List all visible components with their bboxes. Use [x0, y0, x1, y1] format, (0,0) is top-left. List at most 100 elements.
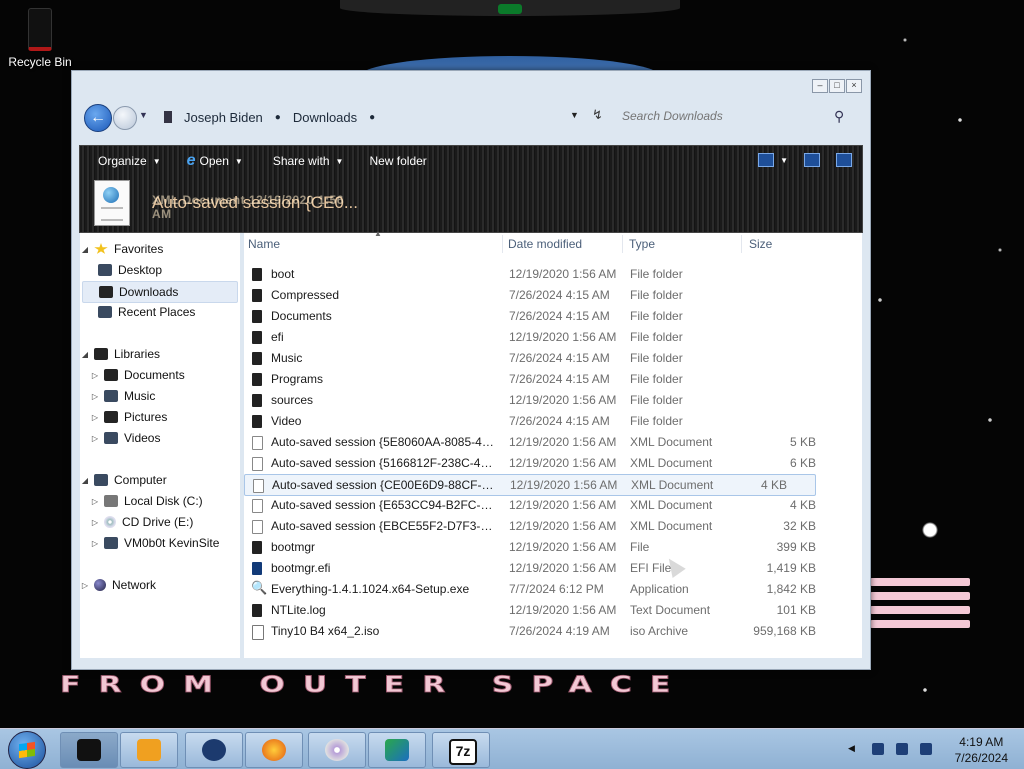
- details-pane: Auto-saved session {CE0... XML Document …: [94, 180, 358, 226]
- nav-downloads[interactable]: Downloads: [82, 281, 238, 303]
- new-folder-button[interactable]: New folder: [369, 154, 426, 168]
- computer-icon: [94, 474, 108, 486]
- internet-explorer-icon: e: [186, 152, 196, 169]
- taskbar-media-player[interactable]: [120, 732, 178, 768]
- firefox-icon: [262, 739, 286, 761]
- file-type: Text Document: [630, 603, 711, 617]
- nav-computer[interactable]: ◢ Computer: [80, 470, 167, 490]
- breadcrumb-user[interactable]: Joseph Biden: [184, 110, 263, 125]
- breadcrumb-separator[interactable]: ●: [275, 112, 281, 123]
- taskbar-firefox[interactable]: [245, 732, 303, 768]
- file-row[interactable]: Music 7/26/2024 4:15 AM File folder: [244, 348, 844, 368]
- refresh-icon[interactable]: ↯: [592, 107, 603, 123]
- open-button[interactable]: e Open ▼: [187, 152, 243, 170]
- file-size: 1,419 KB: [766, 561, 816, 575]
- file-row[interactable]: bootmgr.efi 12/19/2020 1:56 AM EFI File 1,4…: [244, 558, 844, 578]
- file-name: NTLite.log: [271, 603, 326, 617]
- nav-music[interactable]: ▷ Music: [90, 386, 155, 406]
- file-row[interactable]: Auto-saved session {5E8060AA-8085-4D3...…: [244, 432, 844, 452]
- start-button[interactable]: [8, 731, 46, 769]
- nav-network-share[interactable]: ▷ VM0b0t KevinSite: [90, 533, 219, 553]
- help-icon[interactable]: [836, 153, 852, 167]
- nav-recent-places[interactable]: Recent Places: [94, 302, 195, 322]
- organize-menu[interactable]: Organize ▼: [98, 154, 161, 168]
- file-row[interactable]: efi 12/19/2020 1:56 AM File folder: [244, 327, 844, 347]
- breadcrumb-separator[interactable]: ●: [369, 112, 375, 123]
- file-row[interactable]: boot 12/19/2020 1:56 AM File folder: [244, 264, 844, 284]
- column-name[interactable]: Name: [248, 237, 280, 251]
- file-row[interactable]: Video 7/26/2024 4:15 AM File folder: [244, 411, 844, 431]
- file-row[interactable]: Auto-saved session {5166812F-238C-4399..…: [244, 453, 844, 473]
- minimize-button[interactable]: –: [812, 79, 828, 93]
- nav-videos[interactable]: ▷ Videos: [90, 428, 161, 448]
- nav-desktop[interactable]: Desktop: [94, 260, 162, 280]
- nav-libraries[interactable]: ◢ Libraries: [80, 344, 160, 364]
- taskbar-7zip[interactable]: 7z: [432, 732, 490, 768]
- details-title: Auto-saved session {CE0... XML Document …: [152, 193, 358, 221]
- volume-tray-icon[interactable]: [920, 743, 932, 755]
- forward-button[interactable]: [113, 106, 137, 130]
- breadcrumb-downloads[interactable]: Downloads: [293, 110, 357, 125]
- file-row[interactable]: Auto-saved session {EBCE55F2-D7F3-414...…: [244, 516, 844, 536]
- file-name: Tiny10 B4 x64_2.iso: [271, 624, 380, 638]
- file-row[interactable]: 🔍 Everything-1.4.1.1024.x64-Setup.exe 7/7/…: [244, 579, 844, 599]
- nav-label: Favorites: [114, 242, 164, 256]
- download-manager-icon: [385, 739, 409, 761]
- file-row[interactable]: Compressed 7/26/2024 4:15 AM File folder: [244, 285, 844, 305]
- history-dropdown[interactable]: ▼: [139, 110, 148, 120]
- file-row[interactable]: Tiny10 B4 x64_2.iso 7/26/2024 4:19 AM iso …: [244, 621, 844, 641]
- close-button[interactable]: ×: [846, 79, 862, 93]
- file-date-modified: 7/7/2024 6:12 PM: [509, 582, 604, 596]
- file-date-modified: 12/19/2020 1:56 AM: [509, 603, 617, 617]
- file-row[interactable]: Documents 7/26/2024 4:15 AM File folder: [244, 306, 844, 326]
- back-button[interactable]: ←: [84, 104, 112, 132]
- tray-arrow-icon[interactable]: ◀: [848, 743, 860, 755]
- column-size[interactable]: Size: [749, 237, 772, 251]
- address-bar[interactable]: Joseph Biden ● Downloads ●: [158, 105, 578, 129]
- nav-favorites[interactable]: ◢ Favorites: [80, 239, 163, 259]
- network-tray-icon[interactable]: [896, 743, 908, 755]
- file-row[interactable]: NTLite.log 12/19/2020 1:56 AM Text Documen…: [244, 600, 844, 620]
- taskbar-browser[interactable]: [185, 732, 243, 768]
- organize-label: Organize: [98, 154, 147, 168]
- file-type: File folder: [630, 351, 683, 365]
- file-row[interactable]: bootmgr 12/19/2020 1:56 AM File 399 KB: [244, 537, 844, 557]
- file-type: File: [630, 540, 650, 554]
- view-dropdown[interactable]: ▼: [780, 156, 788, 165]
- taskbar-disc-burner[interactable]: [308, 732, 366, 768]
- file-row[interactable]: Auto-saved session {E653CC94-B2FC-4D... 1…: [244, 495, 844, 515]
- recycle-bin-shortcut[interactable]: Recycle Bin: [8, 8, 72, 69]
- nav-documents[interactable]: ▷ Documents: [90, 365, 185, 385]
- column-type[interactable]: Type: [629, 237, 655, 251]
- file-row[interactable]: Programs 7/26/2024 4:15 AM File folder: [244, 369, 844, 389]
- taskbar-explorer[interactable]: [60, 732, 118, 768]
- nav-local-disk[interactable]: ▷ Local Disk (C:): [90, 491, 203, 511]
- preview-pane-icon[interactable]: [804, 153, 820, 167]
- file-row[interactable]: Auto-saved session {CE00E6D9-88CF-482...…: [244, 474, 816, 496]
- nav-network[interactable]: ▷ Network: [80, 575, 156, 595]
- search-input[interactable]: [618, 108, 834, 124]
- search-box[interactable]: ⚲: [618, 104, 864, 128]
- nav-pictures[interactable]: ▷ Pictures: [90, 407, 167, 427]
- taskbar-download-manager[interactable]: [368, 732, 426, 768]
- column-date-modified[interactable]: Date modified: [508, 237, 582, 251]
- nav-label: Downloads: [119, 285, 179, 299]
- file-row[interactable]: sources 12/19/2020 1:56 AM File folder: [244, 390, 844, 410]
- file-date-modified: 12/19/2020 1:56 AM: [509, 540, 617, 554]
- file-name: Auto-saved session {E653CC94-B2FC-4D...: [271, 498, 497, 512]
- address-dropdown[interactable]: ▼: [570, 110, 579, 120]
- file-type: XML Document: [630, 456, 713, 470]
- taskbar: 7z ◀ 4:19 AM 7/26/2024: [0, 728, 1024, 769]
- search-icon[interactable]: ⚲: [834, 108, 844, 125]
- file-name: Auto-saved session {CE00E6D9-88CF-482...: [272, 478, 498, 492]
- tray-app-icon[interactable]: [872, 743, 884, 755]
- system-tray: ◀ 4:19 AM 7/26/2024: [840, 731, 1024, 767]
- share-with-menu[interactable]: Share with ▼: [273, 154, 344, 168]
- maximize-button[interactable]: □: [829, 79, 845, 93]
- command-bar: Organize ▼ e Open ▼ Share with ▼ New folder…: [79, 145, 863, 233]
- recycle-bin-label: Recycle Bin: [8, 55, 72, 69]
- change-view-icon[interactable]: [758, 153, 775, 167]
- nav-cd-drive[interactable]: ▷ CD Drive (E:): [90, 512, 193, 532]
- clock[interactable]: 4:19 AM 7/26/2024: [955, 734, 1008, 766]
- nav-label: Videos: [124, 431, 161, 445]
